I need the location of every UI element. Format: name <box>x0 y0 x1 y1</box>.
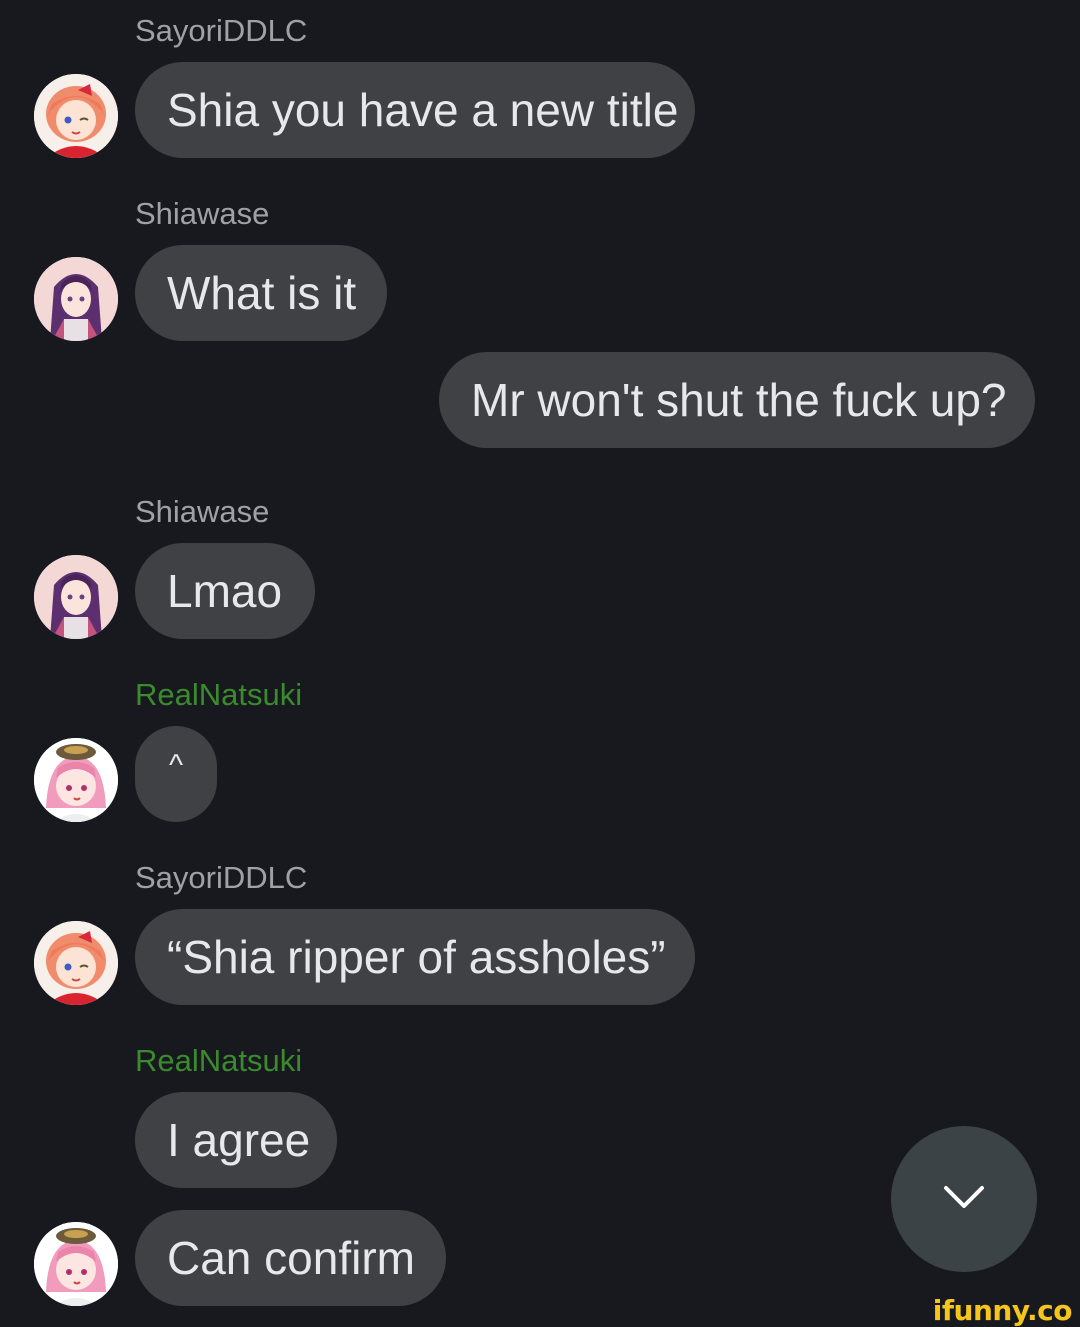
avatar-natsuki[interactable] <box>34 738 118 822</box>
sender-name: RealNatsuki <box>135 1043 303 1078</box>
sender-name: Shiawase <box>135 196 270 231</box>
avatar-sayori[interactable] <box>34 74 118 158</box>
sender-name: SayoriDDLC <box>135 860 308 895</box>
avatar-shiawase[interactable] <box>34 257 118 341</box>
avatar-sayori[interactable] <box>34 921 118 1005</box>
message-bubble[interactable]: Shia you have a new title <box>135 62 695 158</box>
message-bubble[interactable]: What is it <box>135 245 387 341</box>
message-bubble[interactable]: ^ <box>135 726 217 822</box>
message-bubble[interactable]: “Shia ripper of assholes” <box>135 909 695 1005</box>
sender-name: Shiawase <box>135 494 270 529</box>
outgoing-message-bubble[interactable]: Mr won't shut the fuck up? <box>439 352 1035 448</box>
chevron-down-icon <box>942 1184 986 1215</box>
message-bubble[interactable]: I agree <box>135 1092 337 1188</box>
scroll-down-button[interactable] <box>891 1126 1037 1272</box>
message-bubble[interactable]: Can confirm <box>135 1210 446 1306</box>
sender-name: RealNatsuki <box>135 677 303 712</box>
avatar-natsuki[interactable] <box>34 1222 118 1306</box>
avatar-shiawase[interactable] <box>34 555 118 639</box>
message-bubble[interactable]: Lmao <box>135 543 315 639</box>
sender-name: SayoriDDLC <box>135 13 308 48</box>
watermark: ifunny.co <box>932 1294 1073 1327</box>
